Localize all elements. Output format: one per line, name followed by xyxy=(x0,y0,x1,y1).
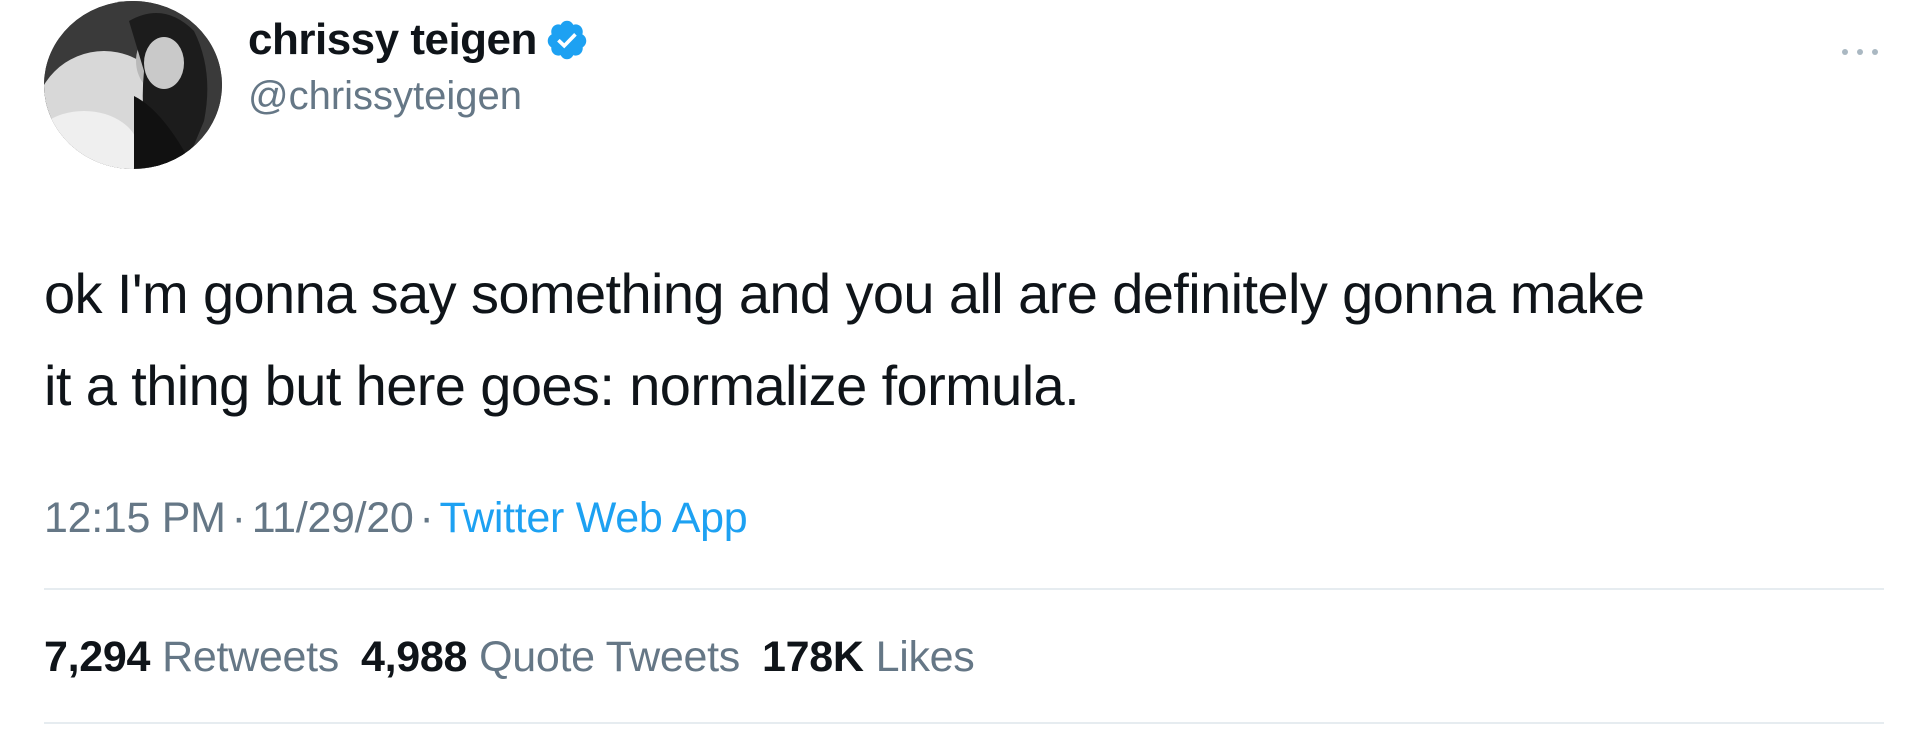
tweet-header: chrissy teigen @chrissyteigen xyxy=(44,0,589,170)
retweets-stat[interactable]: 7,294 Retweets xyxy=(44,628,339,686)
tweet-text: ok I'm gonna say something and you all a… xyxy=(44,262,1645,417)
likes-label: Likes xyxy=(875,633,975,681)
retweets-count: 7,294 xyxy=(44,633,151,681)
verified-badge-icon xyxy=(545,18,589,62)
tweet-time[interactable]: 12:15 PM xyxy=(44,494,226,542)
meta-separator: · xyxy=(231,494,246,542)
likes-count: 178K xyxy=(762,633,864,681)
retweets-label: Retweets xyxy=(162,633,339,681)
display-name[interactable]: chrissy teigen xyxy=(248,13,537,67)
tweet-date[interactable]: 11/29/20 xyxy=(252,494,414,542)
user-handle[interactable]: @chrissyteigen xyxy=(248,69,589,123)
divider xyxy=(44,722,1884,724)
name-row: chrissy teigen xyxy=(248,13,589,67)
divider xyxy=(44,588,1884,590)
tweet-source-link[interactable]: Twitter Web App xyxy=(440,494,748,542)
tweet-stats: 7,294 Retweets 4,988 Quote Tweets 178K L… xyxy=(44,628,997,686)
meta-separator: · xyxy=(419,494,434,542)
quote-tweets-stat[interactable]: 4,988 Quote Tweets xyxy=(361,628,740,686)
quote-tweets-count: 4,988 xyxy=(360,633,468,681)
tweet-card: chrissy teigen @chrissyteigen ok I'm gon… xyxy=(0,0,1920,731)
more-options-icon[interactable] xyxy=(1838,42,1882,62)
quote-tweets-label: Quote Tweets xyxy=(479,633,740,681)
avatar[interactable] xyxy=(44,1,222,169)
tweet-meta: 12:15 PM · 11/29/20 · Twitter Web App xyxy=(44,490,748,546)
user-identity: chrissy teigen @chrissyteigen xyxy=(248,13,589,123)
likes-stat[interactable]: 178K Likes xyxy=(762,628,975,686)
